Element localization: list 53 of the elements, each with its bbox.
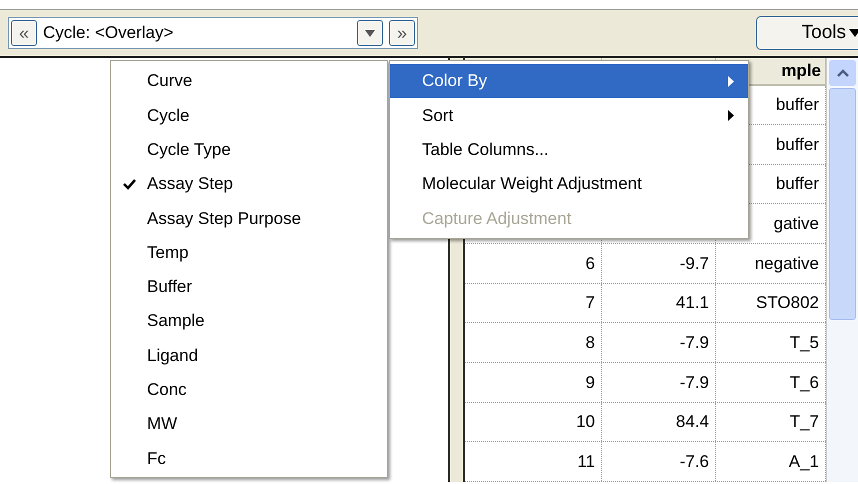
table-cell-text: T_6 — [790, 372, 819, 394]
selector-value: Cycle: <Overlay> — [43, 22, 174, 44]
checkmark-icon — [122, 178, 136, 190]
table-cell-text: 6 — [586, 252, 595, 275]
scroll-up-button[interactable] — [829, 60, 856, 86]
table-cell-text: gative — [774, 213, 819, 236]
menu-item[interactable]: Color By — [390, 64, 748, 98]
menu-item[interactable]: Fc — [111, 441, 387, 476]
caret-icon — [365, 30, 375, 36]
table-cell-text: A_1 — [788, 450, 819, 473]
table-cell-text: negative — [754, 252, 819, 275]
caret-up-icon — [836, 69, 848, 77]
table-cell-text: T_5 — [790, 332, 819, 354]
table-cell-text: 7 — [586, 292, 595, 314]
menu-item[interactable]: Cycle — [111, 98, 387, 133]
table-cell-text: 10 — [576, 411, 595, 434]
menu-item[interactable]: Sort — [390, 98, 748, 133]
table-cell-text: 41.1 — [676, 292, 709, 314]
table-cell-text: -9.7 — [680, 252, 709, 275]
menu-item[interactable]: Curve — [111, 64, 387, 98]
table-cell-text: buffer — [776, 94, 819, 116]
menu-item[interactable]: Sample — [111, 304, 387, 338]
table-cell-text: buffer — [776, 173, 819, 196]
table-cell-text: T_7 — [790, 411, 819, 434]
table-cell-text: 84.4 — [676, 411, 709, 434]
table-cell-text: -7.9 — [680, 332, 709, 354]
menu-item[interactable]: Buffer — [111, 270, 387, 304]
table-cell-text: 9 — [586, 372, 595, 394]
menu-item[interactable]: Table Columns... — [390, 132, 748, 167]
caret-icon — [849, 29, 858, 37]
menu-item[interactable]: Molecular Weight Adjustment — [390, 166, 748, 202]
table-cell-text: STO802 — [756, 292, 819, 314]
menu-item[interactable]: Ligand — [111, 338, 387, 373]
menu-item[interactable]: Assay Step Purpose — [111, 201, 387, 236]
tools-button[interactable]: Tools — [756, 16, 858, 50]
table-cell-text: -7.6 — [680, 450, 709, 473]
submenu-arrow-icon — [728, 110, 734, 121]
menu-item[interactable]: Assay Step — [111, 166, 387, 202]
table-cell-text: 8 — [586, 332, 595, 354]
menu-item[interactable]: Conc — [111, 372, 387, 407]
menu-item[interactable]: Temp — [111, 235, 387, 270]
scrollbar[interactable] — [826, 58, 858, 482]
next-button[interactable]: » — [389, 20, 415, 46]
scroll-thumb[interactable] — [829, 88, 856, 320]
submenu-arrow-icon — [728, 76, 734, 87]
menu-item[interactable]: Cycle Type — [111, 132, 387, 167]
cycle-selector[interactable]: « Cycle: <Overlay> » — [8, 17, 418, 49]
table-cell-text: -7.9 — [680, 372, 709, 394]
dropdown-button[interactable] — [357, 20, 383, 46]
previous-button[interactable]: « — [11, 20, 37, 46]
table-cell-text: 11 — [577, 450, 595, 473]
table-cell-text: buffer — [776, 134, 819, 156]
menu-item[interactable]: MW — [111, 406, 387, 442]
